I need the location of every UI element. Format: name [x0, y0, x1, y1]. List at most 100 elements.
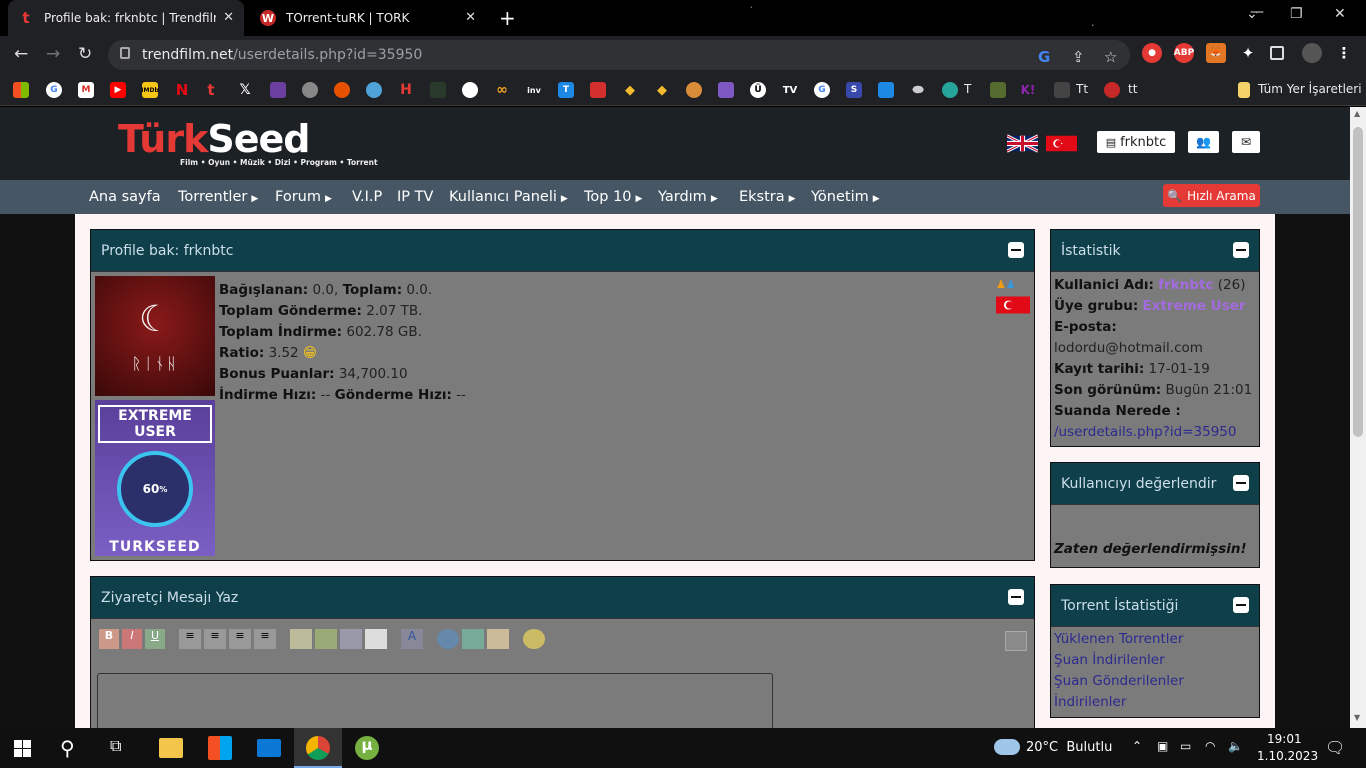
metamask-fox-icon[interactable]: 🦊: [1206, 43, 1226, 63]
scrollbar-thumb[interactable]: [1353, 127, 1363, 437]
collapse-icon[interactable]: [1233, 475, 1249, 491]
menu-torrents[interactable]: Torrentler ▶: [178, 189, 258, 205]
uploaded-torrents-link[interactable]: Yüklenen Torrentler: [1054, 629, 1256, 650]
s-bookmark-icon[interactable]: S: [846, 82, 862, 98]
uni-bookmark-icon[interactable]: Ü: [750, 82, 766, 98]
tab-tork[interactable]: W TOrrent-tuRK | TORK ✕: [250, 0, 486, 36]
bookmark-label[interactable]: Tt: [1076, 82, 1088, 96]
infinity-bookmark-icon[interactable]: ∞: [494, 82, 510, 98]
turkey-flag-icon[interactable]: [1046, 134, 1077, 153]
menu-top10[interactable]: Top 10 ▶: [584, 189, 642, 205]
trendfilm-bookmark-icon[interactable]: t: [203, 81, 219, 99]
green-circle-bookmark-icon[interactable]: [942, 82, 958, 98]
php-icon[interactable]: [340, 629, 362, 649]
red-news-bookmark-icon[interactable]: [590, 82, 606, 98]
messages-button[interactable]: ✉: [1232, 131, 1260, 153]
weather-text[interactable]: 20°C Bulutlu: [1026, 740, 1112, 755]
user-profile-button[interactable]: ▤ frknbtc: [1097, 131, 1175, 153]
address-bar[interactable]: trendfilm.net/userdetails.php?id=35950 G…: [108, 40, 1130, 70]
hackernews-bookmark-icon[interactable]: H: [398, 82, 414, 98]
windows-start-icon[interactable]: [14, 740, 31, 757]
file-explorer-icon[interactable]: [159, 738, 183, 758]
search-icon[interactable]: ⚲: [60, 736, 84, 760]
reload-icon[interactable]: ↻: [78, 44, 92, 64]
bookmark-label[interactable]: T: [964, 82, 971, 96]
binance-bookmark-icon[interactable]: ◆: [622, 82, 638, 98]
downloaded-link[interactable]: İndirilenler: [1054, 692, 1256, 713]
ufo-bookmark-icon[interactable]: ⬬: [910, 82, 926, 98]
mail-icon[interactable]: [257, 739, 281, 757]
menu-iptv[interactable]: IP TV: [397, 189, 433, 205]
back-icon[interactable]: ←: [14, 44, 28, 64]
menu-kebab-icon[interactable]: ⋮: [1334, 43, 1354, 63]
bookmark-star-icon[interactable]: ☆: [1104, 48, 1117, 66]
clock-date[interactable]: 1.10.2023: [1257, 749, 1318, 763]
google-bookmark-icon[interactable]: G: [46, 82, 62, 98]
collapse-icon[interactable]: [1008, 589, 1024, 605]
collapse-icon[interactable]: [1233, 242, 1249, 258]
task-view-icon[interactable]: ⧉: [110, 736, 134, 760]
resize-icon[interactable]: [1005, 631, 1027, 651]
k-bookmark-icon[interactable]: K!: [1020, 82, 1036, 98]
utorrent-icon[interactable]: µ: [355, 736, 379, 760]
tv-bookmark-icon[interactable]: TV: [782, 82, 798, 98]
spy-bookmark-icon[interactable]: [1054, 82, 1070, 98]
dark-bookmark-icon[interactable]: [430, 82, 446, 98]
gmail-bookmark-icon[interactable]: M: [78, 82, 94, 98]
link-icon[interactable]: [437, 629, 459, 649]
quick-search-button[interactable]: 🔍 Hızlı Arama: [1163, 184, 1260, 207]
purple-bookmark-icon[interactable]: [270, 82, 286, 98]
menu-home[interactable]: Ana sayfa: [89, 189, 161, 205]
volume-icon[interactable]: 🔈: [1228, 739, 1243, 753]
binance2-bookmark-icon[interactable]: ◆: [654, 82, 670, 98]
bookmark-label[interactable]: tt: [1128, 82, 1137, 96]
underline-icon[interactable]: U: [145, 629, 165, 649]
italic-icon[interactable]: I: [122, 629, 142, 649]
close-tab-icon[interactable]: ✕: [223, 10, 234, 25]
profile-avatar-icon[interactable]: [1302, 43, 1322, 63]
align-left-icon[interactable]: ≡: [179, 629, 201, 649]
youtube-bookmark-icon[interactable]: ▶: [110, 82, 126, 98]
current-uploads-link[interactable]: Şuan Gönderilenler: [1054, 671, 1256, 692]
cube-bookmark-icon[interactable]: [878, 82, 894, 98]
extension-red-icon[interactable]: ●: [1142, 43, 1162, 63]
wifi-icon[interactable]: ◠: [1205, 739, 1215, 753]
shield-bookmark-icon[interactable]: [718, 82, 734, 98]
share-icon[interactable]: ⇪: [1072, 48, 1085, 66]
turkseed-logo[interactable]: TürkSeed Film • Oyun • Müzik • Dizi • Pr…: [118, 117, 380, 171]
meet-icon[interactable]: ▣: [1157, 739, 1168, 753]
collapse-icon[interactable]: [1008, 242, 1024, 258]
chrome-icon[interactable]: [306, 736, 330, 760]
uk-flag-icon[interactable]: [1007, 134, 1038, 153]
chevron-up-icon[interactable]: ⌃: [1132, 739, 1142, 753]
friends-button[interactable]: 👥: [1188, 131, 1219, 153]
extensions-puzzle-icon[interactable]: ✦: [1238, 43, 1258, 63]
new-tab-icon[interactable]: +: [499, 6, 516, 30]
image-icon[interactable]: [462, 629, 484, 649]
forward-icon[interactable]: →: [46, 44, 60, 64]
align-right-icon[interactable]: ≡: [229, 629, 251, 649]
x-bookmark-icon[interactable]: 𝕏: [237, 82, 253, 98]
emoji-icon[interactable]: [523, 629, 545, 649]
t-bookmark-icon[interactable]: T: [558, 82, 574, 98]
close-window-icon[interactable]: ✕: [1334, 6, 1346, 22]
bold-icon[interactable]: B: [99, 629, 119, 649]
menu-extra[interactable]: Ekstra ▶: [739, 189, 796, 205]
store-icon[interactable]: [208, 736, 232, 760]
menu-user-panel[interactable]: Kullanıcı Paneli ▶: [449, 189, 568, 205]
notifications-icon[interactable]: 🗨: [1325, 738, 1345, 757]
scroll-down-icon[interactable]: ▼: [1354, 713, 1360, 722]
where-link[interactable]: /userdetails.php?id=35950: [1054, 422, 1256, 443]
netflix-bookmark-icon[interactable]: N: [174, 81, 190, 99]
imdb-bookmark-icon[interactable]: IMDb: [141, 82, 159, 98]
orange-bookmark-icon[interactable]: [334, 82, 350, 98]
battery-icon[interactable]: ▭: [1180, 739, 1191, 753]
google-lens-icon[interactable]: G: [1038, 48, 1050, 66]
username-link[interactable]: frknbtc: [1158, 277, 1213, 293]
all-bookmarks-folder[interactable]: Tüm Yer İşaretleri: [1258, 82, 1362, 96]
tork-bookmark-icon[interactable]: [1104, 82, 1120, 98]
clock-time[interactable]: 19:01: [1267, 732, 1302, 746]
menu-help[interactable]: Yardım ▶: [658, 189, 718, 205]
attach-icon[interactable]: [487, 629, 509, 649]
adblock-plus-icon[interactable]: ABP: [1174, 43, 1194, 63]
